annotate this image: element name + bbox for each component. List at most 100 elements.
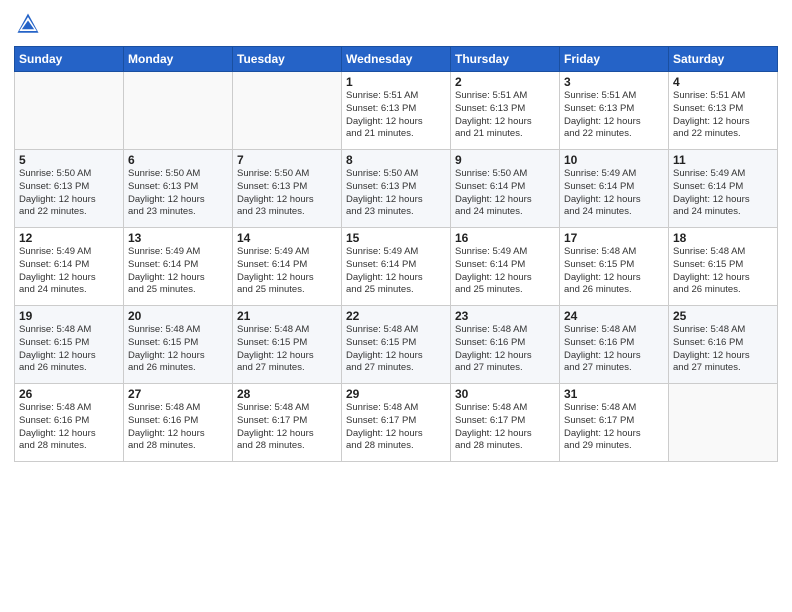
calendar-cell: [124, 72, 233, 150]
day-info: Sunrise: 5:48 AMSunset: 6:16 PMDaylight:…: [128, 402, 228, 453]
calendar-cell: [669, 384, 778, 462]
calendar-table: SundayMondayTuesdayWednesdayThursdayFrid…: [14, 46, 778, 462]
day-number: 23: [455, 309, 555, 323]
calendar-cell: 5Sunrise: 5:50 AMSunset: 6:13 PMDaylight…: [15, 150, 124, 228]
day-number: 28: [237, 387, 337, 401]
day-info: Sunrise: 5:49 AMSunset: 6:14 PMDaylight:…: [564, 168, 664, 219]
calendar-cell: 6Sunrise: 5:50 AMSunset: 6:13 PMDaylight…: [124, 150, 233, 228]
calendar-cell: 20Sunrise: 5:48 AMSunset: 6:15 PMDayligh…: [124, 306, 233, 384]
calendar-week-row: 1Sunrise: 5:51 AMSunset: 6:13 PMDaylight…: [15, 72, 778, 150]
calendar-cell: 26Sunrise: 5:48 AMSunset: 6:16 PMDayligh…: [15, 384, 124, 462]
weekday-header-wednesday: Wednesday: [342, 47, 451, 72]
calendar-cell: 24Sunrise: 5:48 AMSunset: 6:16 PMDayligh…: [560, 306, 669, 384]
calendar-cell: 31Sunrise: 5:48 AMSunset: 6:17 PMDayligh…: [560, 384, 669, 462]
day-info: Sunrise: 5:51 AMSunset: 6:13 PMDaylight:…: [346, 90, 446, 141]
day-info: Sunrise: 5:48 AMSunset: 6:17 PMDaylight:…: [455, 402, 555, 453]
calendar-cell: 11Sunrise: 5:49 AMSunset: 6:14 PMDayligh…: [669, 150, 778, 228]
day-info: Sunrise: 5:48 AMSunset: 6:15 PMDaylight:…: [237, 324, 337, 375]
day-info: Sunrise: 5:50 AMSunset: 6:13 PMDaylight:…: [19, 168, 119, 219]
calendar-week-row: 5Sunrise: 5:50 AMSunset: 6:13 PMDaylight…: [15, 150, 778, 228]
day-number: 22: [346, 309, 446, 323]
day-info: Sunrise: 5:49 AMSunset: 6:14 PMDaylight:…: [237, 246, 337, 297]
day-info: Sunrise: 5:48 AMSunset: 6:17 PMDaylight:…: [237, 402, 337, 453]
calendar-cell: 30Sunrise: 5:48 AMSunset: 6:17 PMDayligh…: [451, 384, 560, 462]
day-number: 8: [346, 153, 446, 167]
calendar-cell: 8Sunrise: 5:50 AMSunset: 6:13 PMDaylight…: [342, 150, 451, 228]
calendar-week-row: 26 Sunrise: 5:48 AMSunset: 6:16 PMDayligh…: [15, 384, 778, 462]
calendar-cell: 12Sunrise: 5:49 AMSunset: 6:14 PMDayligh…: [15, 228, 124, 306]
day-number: 1: [346, 75, 446, 89]
calendar-cell: 13Sunrise: 5:49 AMSunset: 6:14 PMDayligh…: [124, 228, 233, 306]
calendar-cell: 9Sunrise: 5:50 AMSunset: 6:14 PMDaylight…: [451, 150, 560, 228]
calendar-cell: 1Sunrise: 5:51 AMSunset: 6:13 PMDaylight…: [342, 72, 451, 150]
day-number: 11: [673, 153, 773, 167]
day-number: 7: [237, 153, 337, 167]
weekday-header-friday: Friday: [560, 47, 669, 72]
calendar-cell: 3Sunrise: 5:51 AMSunset: 6:13 PMDaylight…: [560, 72, 669, 150]
calendar-cell: 22Sunrise: 5:48 AMSunset: 6:15 PMDayligh…: [342, 306, 451, 384]
day-info: Sunrise: 5:48 AMSunset: 6:15 PMDaylight:…: [564, 246, 664, 297]
day-number: 2: [455, 75, 555, 89]
calendar-week-row: 19Sunrise: 5:48 AMSunset: 6:15 PMDayligh…: [15, 306, 778, 384]
day-number: 24: [564, 309, 664, 323]
day-info: Sunrise: 5:49 AMSunset: 6:14 PMDaylight:…: [455, 246, 555, 297]
day-number: 25: [673, 309, 773, 323]
calendar-cell: 16Sunrise: 5:49 AMSunset: 6:14 PMDayligh…: [451, 228, 560, 306]
day-info: Sunrise: 5:48 AMSunset: 6:16 PMDaylight:…: [673, 324, 773, 375]
day-number: 15: [346, 231, 446, 245]
day-info: Sunrise: 5:49 AMSunset: 6:14 PMDaylight:…: [673, 168, 773, 219]
calendar-week-row: 12Sunrise: 5:49 AMSunset: 6:14 PMDayligh…: [15, 228, 778, 306]
calendar-cell: 15Sunrise: 5:49 AMSunset: 6:14 PMDayligh…: [342, 228, 451, 306]
calendar-cell: 28Sunrise: 5:48 AMSunset: 6:17 PMDayligh…: [233, 384, 342, 462]
day-info: Sunrise: 5:50 AMSunset: 6:13 PMDaylight:…: [346, 168, 446, 219]
calendar-cell: 17Sunrise: 5:48 AMSunset: 6:15 PMDayligh…: [560, 228, 669, 306]
day-info: Sunrise: 5:48 AMSunset: 6:15 PMDaylight:…: [673, 246, 773, 297]
calendar-cell: 25Sunrise: 5:48 AMSunset: 6:16 PMDayligh…: [669, 306, 778, 384]
day-number: 20: [128, 309, 228, 323]
day-number: 9: [455, 153, 555, 167]
day-info: Sunrise: 5:49 AMSunset: 6:14 PMDaylight:…: [128, 246, 228, 297]
day-info: Sunrise: 5:50 AMSunset: 6:13 PMDaylight:…: [237, 168, 337, 219]
calendar-cell: [15, 72, 124, 150]
day-info: Sunrise: 5:51 AMSunset: 6:13 PMDaylight:…: [673, 90, 773, 141]
day-number: 4: [673, 75, 773, 89]
calendar-cell: 4Sunrise: 5:51 AMSunset: 6:13 PMDaylight…: [669, 72, 778, 150]
weekday-header-thursday: Thursday: [451, 47, 560, 72]
day-info: Sunrise: 5:50 AMSunset: 6:14 PMDaylight:…: [455, 168, 555, 219]
weekday-header-tuesday: Tuesday: [233, 47, 342, 72]
page: SundayMondayTuesdayWednesdayThursdayFrid…: [0, 0, 792, 612]
weekday-header-saturday: Saturday: [669, 47, 778, 72]
day-number: 16: [455, 231, 555, 245]
day-info: Sunrise: 5:49 AMSunset: 6:14 PMDaylight:…: [346, 246, 446, 297]
calendar-cell: 10Sunrise: 5:49 AMSunset: 6:14 PMDayligh…: [560, 150, 669, 228]
calendar-cell: 18Sunrise: 5:48 AMSunset: 6:15 PMDayligh…: [669, 228, 778, 306]
day-number: 6: [128, 153, 228, 167]
day-info: Sunrise: 5:48 AMSunset: 6:16 PMDaylight:…: [455, 324, 555, 375]
day-number: 21: [237, 309, 337, 323]
day-number: 12: [19, 231, 119, 245]
logo: [14, 10, 46, 38]
logo-icon: [14, 10, 42, 38]
weekday-header-sunday: Sunday: [15, 47, 124, 72]
day-info: Sunrise: 5:49 AMSunset: 6:14 PMDaylight:…: [19, 246, 119, 297]
day-number: 5: [19, 153, 119, 167]
weekday-header-row: SundayMondayTuesdayWednesdayThursdayFrid…: [15, 47, 778, 72]
calendar-cell: 14Sunrise: 5:49 AMSunset: 6:14 PMDayligh…: [233, 228, 342, 306]
header: [14, 10, 778, 38]
calendar-cell: 19Sunrise: 5:48 AMSunset: 6:15 PMDayligh…: [15, 306, 124, 384]
day-number: 13: [128, 231, 228, 245]
day-number: 30: [455, 387, 555, 401]
day-number: 17: [564, 231, 664, 245]
day-info: Sunrise: 5:48 AMSunset: 6:15 PMDaylight:…: [19, 324, 119, 375]
day-info: Sunrise: 5:48 AMSunset: 6:17 PMDaylight:…: [564, 402, 664, 453]
day-info: Sunrise: 5:48 AMSunset: 6:17 PMDaylight:…: [346, 402, 446, 453]
calendar-cell: 23Sunrise: 5:48 AMSunset: 6:16 PMDayligh…: [451, 306, 560, 384]
day-info: Sunrise: 5:48 AMSunset: 6:15 PMDaylight:…: [346, 324, 446, 375]
day-info: Sunrise: 5:48 AMSunset: 6:15 PMDaylight:…: [128, 324, 228, 375]
day-info: Sunrise: 5:51 AMSunset: 6:13 PMDaylight:…: [564, 90, 664, 141]
day-number: 26: [19, 387, 119, 401]
day-info: Sunrise: 5:51 AMSunset: 6:13 PMDaylight:…: [455, 90, 555, 141]
day-number: 19: [19, 309, 119, 323]
day-number: 3: [564, 75, 664, 89]
calendar-cell: [233, 72, 342, 150]
